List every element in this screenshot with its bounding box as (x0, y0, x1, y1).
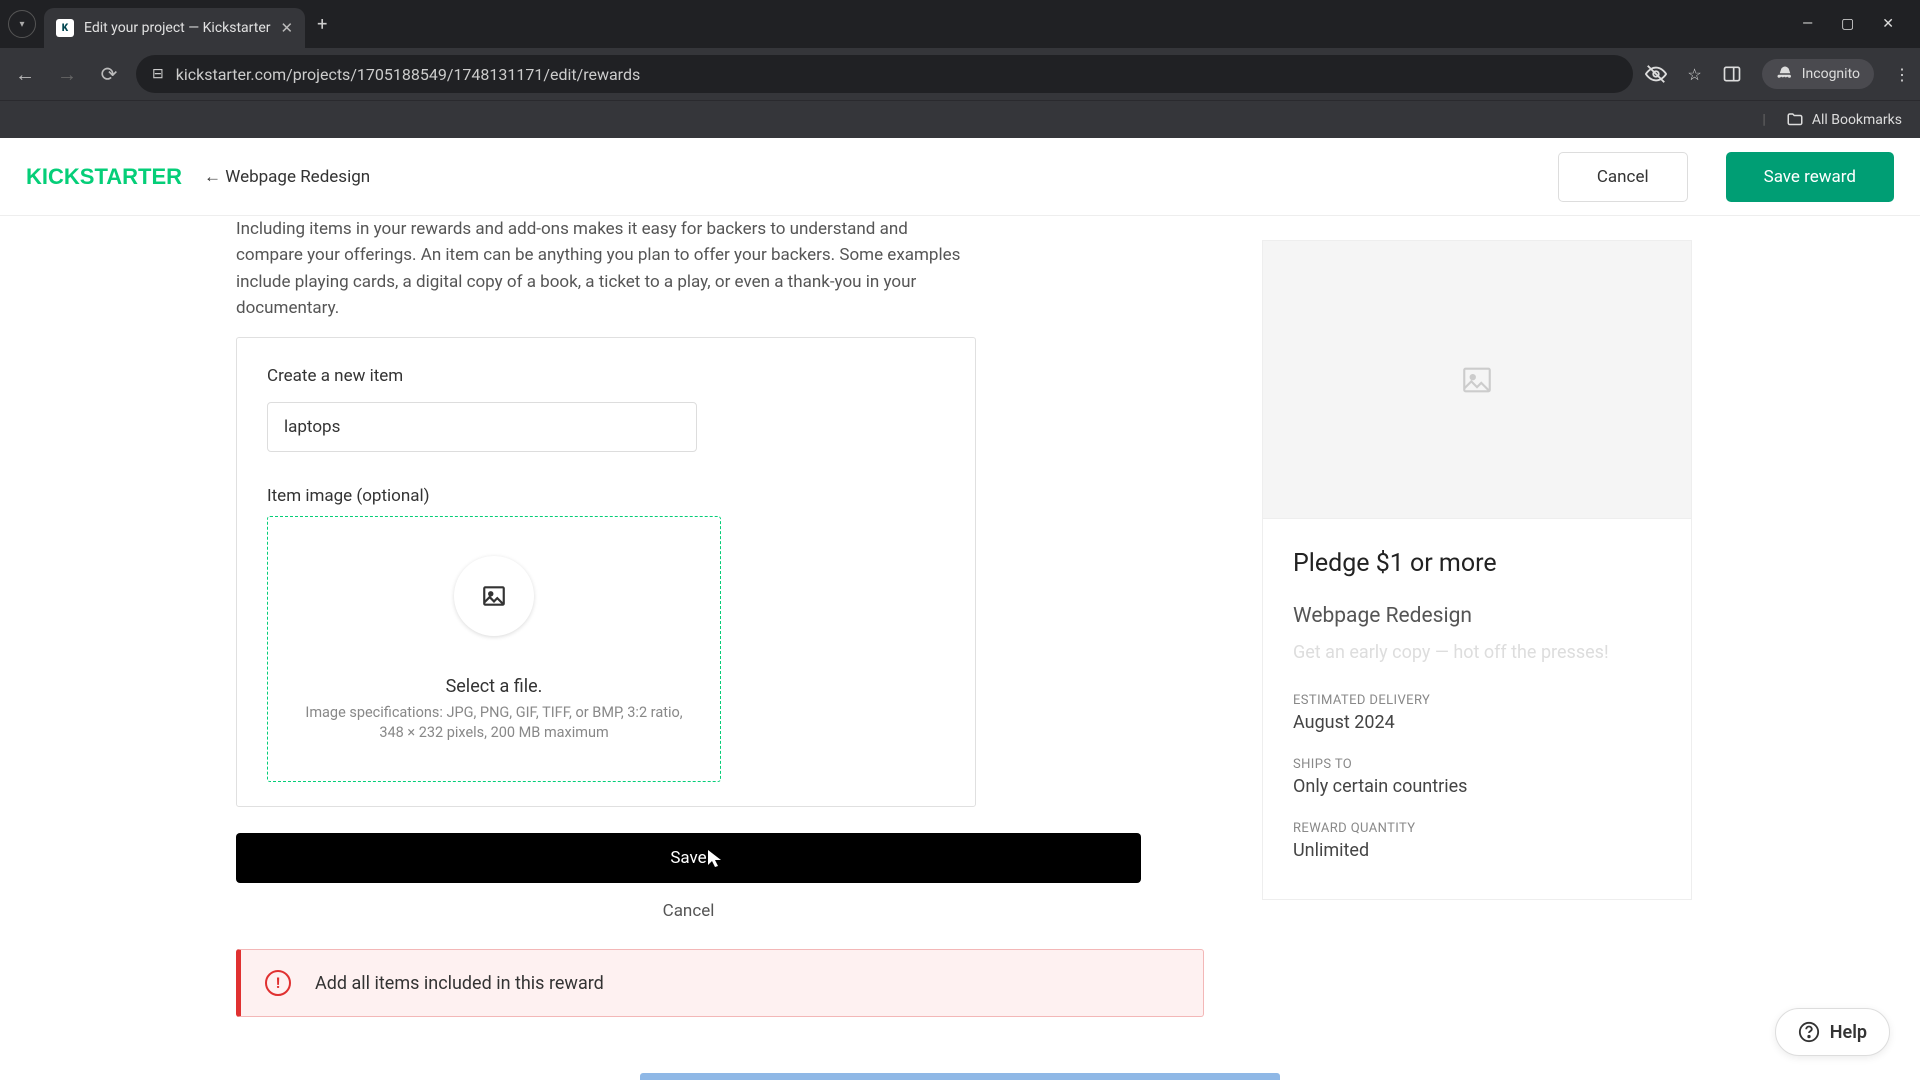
close-window-icon[interactable]: ✕ (1882, 16, 1894, 32)
reload-button[interactable]: ⟳ (94, 62, 124, 86)
preview-image-placeholder (1263, 241, 1691, 519)
window-controls: ― ▢ ✕ (1802, 16, 1912, 32)
favicon-icon: K (56, 19, 74, 37)
quantity-value: Unlimited (1293, 840, 1661, 861)
bookmarks-bar: | All Bookmarks (0, 100, 1920, 138)
delivery-label: ESTIMATED DELIVERY (1293, 693, 1661, 708)
tab-bar: ▾ K Edit your project — Kickstarter ✕ + … (0, 0, 1920, 48)
folder-icon (1786, 111, 1804, 129)
item-image-label: Item image (optional) (267, 486, 945, 506)
intro-text: Including items in your rewards and add-… (236, 216, 976, 321)
create-item-card: Create a new item Item image (optional) … (236, 337, 976, 807)
validation-alert: ! Add all items included in this reward (236, 949, 1204, 1017)
item-name-input[interactable] (267, 402, 697, 452)
create-item-label: Create a new item (267, 366, 945, 386)
browser-tab[interactable]: K Edit your project — Kickstarter ✕ (44, 8, 305, 48)
bookmark-star-icon[interactable]: ☆ (1687, 65, 1701, 84)
breadcrumb[interactable]: ← Webpage Redesign (204, 167, 370, 187)
main-column: Including items in your rewards and add-… (26, 216, 1006, 1080)
page-header: KICKSTARTER ← Webpage Redesign Cancel Sa… (0, 138, 1920, 216)
new-tab-button[interactable]: + (317, 14, 327, 35)
tab-search-icon[interactable]: ▾ (8, 10, 36, 38)
all-bookmarks-link[interactable]: All Bookmarks (1812, 112, 1902, 128)
preview-column: Pledge $1 or more Webpage Redesign Get a… (1262, 240, 1692, 1080)
kebab-menu-icon[interactable]: ⋮ (1894, 65, 1910, 84)
bottom-accent-bar (640, 1073, 1280, 1080)
preview-reward-desc: Get an early copy — hot off the presses! (1293, 642, 1661, 663)
kickstarter-logo[interactable]: KICKSTARTER (26, 164, 182, 190)
cursor-icon (707, 849, 723, 869)
cancel-button[interactable]: Cancel (1558, 152, 1688, 202)
url-input[interactable]: ⊟ kickstarter.com/projects/1705188549/17… (136, 55, 1633, 93)
maximize-icon[interactable]: ▢ (1841, 16, 1854, 32)
back-button[interactable]: ← (10, 62, 40, 87)
content-area: Including items in your rewards and add-… (0, 216, 1920, 1080)
forward-button[interactable]: → (52, 62, 82, 87)
back-arrow-icon: ← (204, 167, 221, 187)
preview-reward-name: Webpage Redesign (1293, 604, 1661, 628)
image-dropzone[interactable]: Select a file. Image specifications: JPG… (267, 516, 721, 782)
address-bar: ← → ⟳ ⊟ kickstarter.com/projects/1705188… (0, 48, 1920, 100)
quantity-label: REWARD QUANTITY (1293, 821, 1661, 836)
incognito-badge[interactable]: Incognito (1762, 59, 1874, 89)
cancel-link[interactable]: Cancel (236, 901, 1141, 921)
eye-off-icon[interactable] (1645, 63, 1667, 85)
close-icon[interactable]: ✕ (281, 19, 294, 37)
alert-icon: ! (265, 970, 291, 996)
pledge-title: Pledge $1 or more (1293, 549, 1661, 578)
save-button[interactable]: Save (236, 833, 1141, 883)
image-placeholder-icon (454, 556, 534, 636)
alert-text: Add all items included in this reward (315, 973, 604, 994)
url-text: kickstarter.com/projects/1705188549/1748… (176, 65, 641, 84)
site-settings-icon[interactable]: ⊟ (152, 66, 164, 82)
save-reward-button[interactable]: Save reward (1726, 152, 1894, 202)
help-button[interactable]: Help (1775, 1008, 1890, 1056)
reward-preview-card: Pledge $1 or more Webpage Redesign Get a… (1262, 240, 1692, 900)
tab-title: Edit your project — Kickstarter (84, 20, 271, 36)
panel-icon[interactable] (1722, 64, 1742, 84)
ships-value: Only certain countries (1293, 776, 1661, 797)
dropzone-title: Select a file. (446, 676, 543, 697)
minimize-icon[interactable]: ― (1802, 16, 1813, 32)
browser-chrome: ▾ K Edit your project — Kickstarter ✕ + … (0, 0, 1920, 138)
dropzone-spec: Image specifications: JPG, PNG, GIF, TIF… (304, 703, 684, 744)
delivery-value: August 2024 (1293, 712, 1661, 733)
ships-label: SHIPS TO (1293, 757, 1661, 772)
breadcrumb-label: Webpage Redesign (225, 167, 370, 187)
